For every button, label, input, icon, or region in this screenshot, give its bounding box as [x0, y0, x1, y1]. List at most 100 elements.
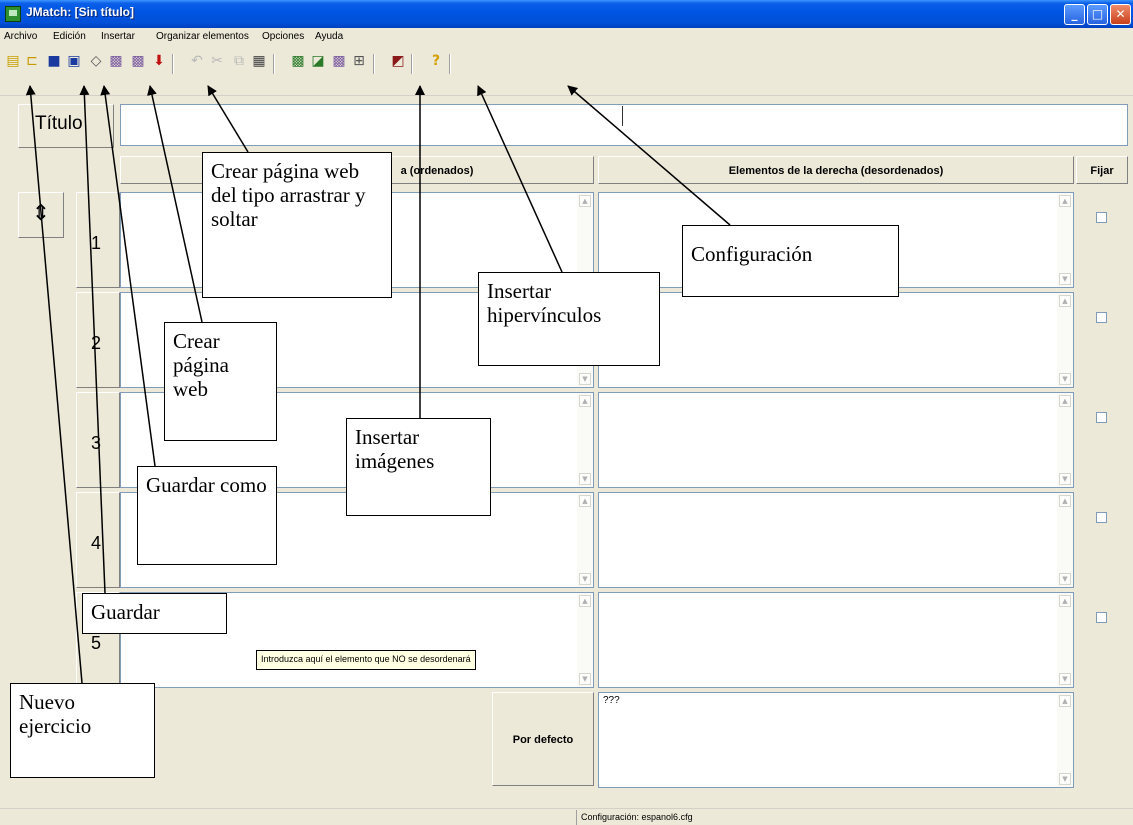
- text-caret: [622, 106, 623, 126]
- tooltip: Introduzca aquí el elemento que NO se de…: [256, 650, 476, 670]
- insert-hyperlink-icon[interactable]: ▩: [330, 52, 348, 70]
- row-number: 3: [76, 392, 120, 488]
- scroll-up-icon[interactable]: ▲: [579, 395, 591, 407]
- web-page-icon[interactable]: ◇: [87, 52, 105, 70]
- save-icon[interactable]: ■: [45, 52, 63, 70]
- scroll-down-icon[interactable]: ▼: [579, 573, 591, 585]
- scroll-down-icon[interactable]: ▼: [1059, 473, 1071, 485]
- menu-insertar[interactable]: Insertar: [101, 31, 135, 42]
- fijar-checkbox[interactable]: [1096, 512, 1107, 523]
- menu-edicion[interactable]: Edición: [53, 31, 86, 42]
- right-item-field[interactable]: ▲ ▼: [598, 592, 1074, 688]
- scroll-down-icon[interactable]: ▼: [579, 373, 591, 385]
- scroll-up-icon[interactable]: ▲: [579, 595, 591, 607]
- menu-opciones[interactable]: Opciones: [262, 31, 304, 42]
- scroll-down-icon[interactable]: ▼: [1059, 373, 1071, 385]
- row-number: 1: [76, 192, 120, 288]
- toolbar-separator: [273, 54, 275, 74]
- open-icon[interactable]: ⊏: [23, 52, 41, 70]
- scroll-down-icon[interactable]: ▼: [1059, 273, 1071, 285]
- fijar-checkbox[interactable]: [1096, 612, 1107, 623]
- default-button[interactable]: Por defecto: [492, 692, 594, 786]
- callout-save-as: Guardar como: [137, 466, 277, 565]
- title-bar: JMatch: [Sin título] _ □ ✕: [0, 0, 1133, 28]
- status-text: Configuración: espanol6.cfg: [576, 810, 1133, 825]
- right-item-field[interactable]: ▲ ▼: [598, 492, 1074, 588]
- scroll-up-icon[interactable]: ▲: [579, 195, 591, 207]
- right-item-field[interactable]: ▲ ▼: [598, 392, 1074, 488]
- scroll-up-icon[interactable]: ▲: [1059, 695, 1071, 707]
- callout-config: Configuración: [682, 225, 899, 297]
- right-column-header: Elementos de la derecha (desordenados): [598, 156, 1074, 184]
- move-rows-button[interactable]: ⇕: [18, 192, 64, 238]
- right-item-field[interactable]: ▲ ▼: [598, 292, 1074, 388]
- menu-bar: Archivo Edición Insertar Organizar eleme…: [0, 28, 1133, 48]
- scroll-down-icon[interactable]: ▼: [1059, 773, 1071, 785]
- callout-save: Guardar: [82, 593, 227, 634]
- row-number: 4: [76, 492, 120, 588]
- scrollbar[interactable]: ▲▼: [1057, 493, 1073, 587]
- scroll-up-icon[interactable]: ▲: [1059, 595, 1071, 607]
- callout-drag-drop: Crear página web del tipo arrastrar y so…: [202, 152, 392, 298]
- drag-drop-page-icon[interactable]: ▩: [107, 52, 125, 70]
- toolbar: ▤ ⊏ ■ ▣ ◇ ▩ ▩ ⬇ ↶ ✂ ⧉ ▦ ▩ ◪ ▩ ⊞ ◩ ?: [0, 48, 1133, 96]
- scrollbar[interactable]: ▲▼: [1057, 293, 1073, 387]
- insert-image-icon[interactable]: ▩: [289, 52, 307, 70]
- callout-images: Insertar imágenes: [346, 418, 491, 516]
- new-icon[interactable]: ▤: [4, 52, 22, 70]
- default-value: ???: [603, 695, 620, 706]
- default-field[interactable]: ??? ▲ ▼: [598, 692, 1074, 788]
- close-button[interactable]: ✕: [1110, 4, 1131, 25]
- menu-ayuda[interactable]: Ayuda: [315, 31, 343, 42]
- toolbar-separator: [373, 54, 375, 74]
- scroll-up-icon[interactable]: ▲: [1059, 495, 1071, 507]
- callout-new: Nuevo ejercicio: [10, 683, 155, 778]
- scrollbar[interactable]: ▲▼: [1057, 393, 1073, 487]
- scrollbar[interactable]: ▲▼: [1057, 193, 1073, 287]
- scrollbar[interactable]: ▲▼: [577, 393, 593, 487]
- scroll-down-icon[interactable]: ▼: [1059, 673, 1071, 685]
- copy-icon[interactable]: ⧉: [230, 52, 248, 70]
- create-web-icon[interactable]: ▩: [129, 52, 147, 70]
- titulo-input[interactable]: [120, 104, 1128, 146]
- menu-organizar[interactable]: Organizar elementos: [156, 31, 249, 42]
- left-header-text: a (ordenados): [400, 165, 474, 177]
- undo-icon[interactable]: ↶: [188, 52, 206, 70]
- toolbar-separator: [172, 54, 174, 74]
- fijar-checkbox[interactable]: [1096, 212, 1107, 223]
- scroll-up-icon[interactable]: ▲: [579, 495, 591, 507]
- configuration-icon[interactable]: ◩: [389, 52, 407, 70]
- window-title: JMatch: [Sin título]: [26, 5, 134, 19]
- arrow-new: [25, 85, 83, 684]
- fijar-checkbox[interactable]: [1096, 312, 1107, 323]
- scrollbar[interactable]: ▲▼: [1057, 693, 1073, 787]
- toolbar-separator: [449, 54, 451, 74]
- app-icon: [5, 6, 21, 22]
- titulo-label: Título: [18, 104, 114, 148]
- scroll-down-icon[interactable]: ▼: [1059, 573, 1071, 585]
- fijar-column-header: Fijar: [1076, 156, 1128, 184]
- row-number: 2: [76, 292, 120, 388]
- scroll-up-icon[interactable]: ▲: [1059, 195, 1071, 207]
- scroll-down-icon[interactable]: ▼: [579, 673, 591, 685]
- export-icon[interactable]: ⬇: [150, 52, 168, 70]
- cut-icon[interactable]: ✂: [208, 52, 226, 70]
- scrollbar[interactable]: ▲▼: [577, 493, 593, 587]
- scrollbar[interactable]: ▲▼: [1057, 593, 1073, 687]
- insert-link-icon[interactable]: ⊞: [350, 52, 368, 70]
- toolbar-separator: [411, 54, 413, 74]
- scrollbar[interactable]: ▲▼: [577, 593, 593, 687]
- callout-links: Insertar hipervínculos: [478, 272, 660, 366]
- scroll-down-icon[interactable]: ▼: [579, 473, 591, 485]
- help-icon[interactable]: ?: [427, 52, 445, 70]
- fijar-checkbox[interactable]: [1096, 412, 1107, 423]
- minimize-button[interactable]: _: [1064, 4, 1085, 25]
- maximize-button[interactable]: □: [1087, 4, 1108, 25]
- paste-icon[interactable]: ▦: [250, 52, 268, 70]
- scroll-up-icon[interactable]: ▲: [1059, 295, 1071, 307]
- menu-archivo[interactable]: Archivo: [4, 31, 37, 42]
- save-as-icon[interactable]: ▣: [65, 52, 83, 70]
- callout-web: Crear página web: [164, 322, 277, 441]
- insert-picture-icon[interactable]: ◪: [309, 52, 327, 70]
- scroll-up-icon[interactable]: ▲: [1059, 395, 1071, 407]
